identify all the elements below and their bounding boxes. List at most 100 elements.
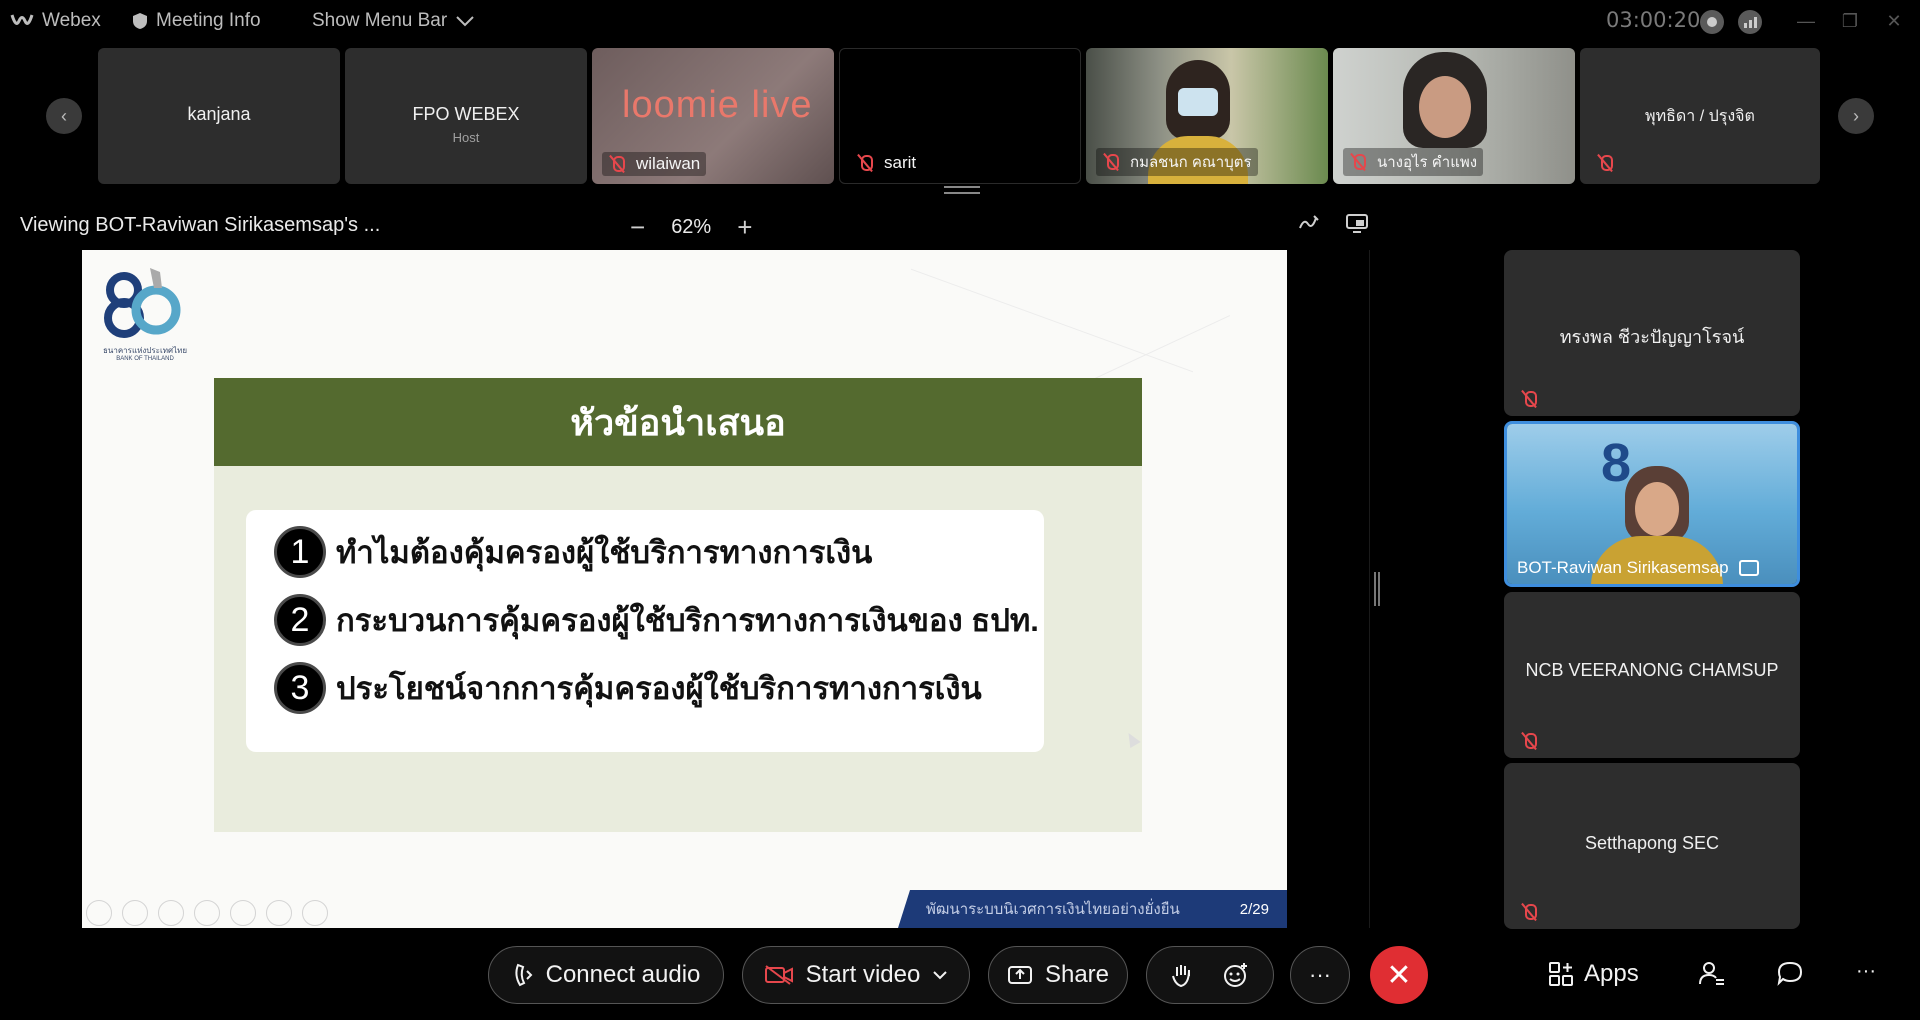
video-off-icon: [764, 964, 794, 986]
agenda-number: 2: [274, 594, 326, 646]
participant-tile[interactable]: kanjana: [98, 48, 340, 184]
more-options-button[interactable]: ···: [1290, 946, 1350, 1004]
share-header: Viewing BOT-Raviwan Sirikasemsap's ... −…: [0, 204, 1370, 248]
zoom-out-button[interactable]: −: [630, 212, 645, 243]
show-menu-bar-label: Show Menu Bar: [312, 10, 448, 31]
connect-audio-button[interactable]: Connect audio: [488, 946, 724, 1004]
participant-tile[interactable]: พุทธิดา / ปรุงจิต: [1580, 48, 1820, 184]
pen-icon[interactable]: [158, 900, 184, 926]
annotate-icon[interactable]: [1296, 212, 1322, 234]
share-button[interactable]: Share: [988, 946, 1128, 1004]
slide-heading: หัวข้อนำเสนอ: [570, 401, 786, 443]
participant-tile[interactable]: loomie live wilaiwan: [592, 48, 834, 184]
bank-of-thailand-logo: ธนาคารแห่งประเทศไทย BANK OF THAILAND: [90, 258, 190, 362]
logo-caption-en: BANK OF THAILAND: [116, 356, 174, 362]
mic-muted-icon: [1520, 732, 1538, 750]
participant-panel-tile[interactable]: ทรงพล ชีวะปัญญาโรจน์: [1504, 250, 1800, 416]
share-screen-icon: [1007, 964, 1033, 986]
participant-name: ทรงพล ชีวะปัญญาโรจน์: [1559, 327, 1745, 347]
reactions-group: [1146, 946, 1274, 1004]
more-options-icon[interactable]: [302, 900, 328, 926]
agenda-item: 3 ประโยชน์จากการคุ้มครองผู้ใช้บริการทางก…: [274, 662, 982, 714]
mic-muted-icon: [1596, 154, 1614, 172]
meeting-info-label: Meeting Info: [156, 10, 261, 31]
strip-prev-button[interactable]: ‹: [46, 98, 82, 134]
active-speaker-tile[interactable]: 8 BOT-Raviwan Sirikasemsap: [1504, 421, 1800, 587]
panel-splitter[interactable]: [1374, 572, 1380, 606]
network-stats-icon[interactable]: [1738, 10, 1762, 34]
mic-muted-icon: [1520, 903, 1538, 921]
chat-icon: [1777, 961, 1803, 986]
slide-prev-icon[interactable]: [86, 900, 112, 926]
start-video-button[interactable]: Start video: [742, 946, 970, 1004]
agenda-text: กระบวนการคุ้มครองผู้ใช้บริการทางการเงินข…: [336, 603, 1039, 638]
mic-muted-icon: [856, 154, 874, 172]
zoom-icon[interactable]: [230, 900, 256, 926]
apps-button[interactable]: Apps: [1548, 960, 1639, 988]
participant-name: wilaiwan: [636, 154, 701, 173]
audio-connect-icon: [512, 961, 534, 989]
presentation-slide: ธนาคารแห่งประเทศไทย BANK OF THAILAND หัว…: [82, 250, 1287, 928]
participant-name: นางอุไร คำแพง: [1377, 154, 1478, 171]
app-name: Webex: [42, 10, 101, 31]
agenda-number: 1: [274, 526, 326, 578]
meeting-info-button[interactable]: Meeting Info: [132, 10, 261, 32]
raise-hand-icon[interactable]: [1171, 962, 1193, 988]
slide-decoration: [910, 268, 1194, 373]
subtitles-icon[interactable]: [266, 900, 292, 926]
meeting-timer: 03:00:20: [1606, 8, 1701, 32]
participant-footer: นางอุไร คำแพง: [1343, 148, 1484, 176]
participant-name: BOT-Raviwan Sirikasemsap: [1517, 558, 1729, 577]
participant-tile[interactable]: sarit: [839, 48, 1081, 184]
overflow-menu-button[interactable]: ···: [1856, 960, 1876, 983]
participant-name: sarit: [884, 153, 917, 172]
participant-name: NCB VEERANONG CHAMSUP: [1525, 660, 1779, 680]
webex-app-menu[interactable]: Webex: [10, 10, 101, 32]
slide-next-icon[interactable]: [122, 900, 148, 926]
participant-tile[interactable]: นางอุไร คำแพง: [1333, 48, 1575, 184]
participant-panel-tile[interactable]: NCB VEERANONG CHAMSUP: [1504, 592, 1800, 758]
close-icon: ✕: [1386, 958, 1412, 992]
chat-button[interactable]: [1776, 960, 1804, 986]
slides-grid-icon[interactable]: [194, 900, 220, 926]
show-menu-bar-button[interactable]: Show Menu Bar: [312, 10, 475, 32]
close-window-button[interactable]: ✕: [1874, 6, 1914, 36]
minimize-button[interactable]: —: [1786, 6, 1826, 36]
participant-footer: กมลชนก คณาบุตร: [1096, 148, 1258, 176]
start-video-label: Start video: [805, 961, 921, 988]
share-label: Share: [1044, 961, 1110, 988]
end-call-button[interactable]: ✕: [1370, 946, 1428, 1004]
restore-button[interactable]: ❐: [1830, 6, 1870, 36]
participant-tile[interactable]: FPO WEBEX Host: [345, 48, 587, 184]
apps-label: Apps: [1584, 960, 1639, 987]
apps-icon: [1549, 962, 1573, 986]
zoom-level[interactable]: 62%: [671, 216, 711, 239]
chevron-down-icon[interactable]: [932, 970, 948, 980]
share-view-options-icon[interactable]: [1344, 212, 1370, 234]
logo-caption-th: ธนาคารแห่งประเทศไทย: [102, 346, 188, 355]
participant-tile[interactable]: กมลชนก คณาบุตร: [1086, 48, 1328, 184]
slide-footer: พัฒนาระบบนิเวศการเงินไทยอย่างยั่งยืน 2/2…: [898, 890, 1287, 928]
slide-heading-bar: หัวข้อนำเสนอ: [214, 378, 1142, 466]
webex-logo-icon: [10, 14, 34, 25]
recording-indicator-icon[interactable]: [1700, 10, 1724, 34]
participants-button[interactable]: [1698, 960, 1726, 986]
zoom-in-button[interactable]: +: [737, 212, 752, 243]
chevron-right-icon: ›: [1853, 105, 1859, 126]
reactions-icon[interactable]: [1223, 962, 1249, 988]
slide-footer-text: พัฒนาระบบนิเวศการเงินไทยอย่างยั่งยืน: [926, 901, 1180, 918]
mic-muted-icon: [1102, 153, 1120, 171]
agenda-text: ทำไมต้องคุ้มครองผู้ใช้บริการทางการเงิน: [336, 535, 873, 570]
title-bar: Webex Meeting Info Show Menu Bar 03:00:2…: [0, 0, 1920, 44]
participant-panel-tile[interactable]: Setthapong SEC: [1504, 763, 1800, 929]
chevron-left-icon: ‹: [61, 105, 67, 126]
participant-role: Host: [452, 130, 480, 145]
shield-icon: [133, 13, 147, 29]
shared-content-area[interactable]: ธนาคารแห่งประเทศไทย BANK OF THAILAND หัว…: [0, 250, 1370, 928]
slide-page-number: 2/29: [1239, 900, 1269, 918]
strip-resize-handle[interactable]: [944, 186, 980, 194]
mic-muted-icon: [608, 155, 626, 173]
strip-next-button[interactable]: ›: [1838, 98, 1874, 134]
logo-caption: ธนาคารแห่งประเทศไทย BANK OF THAILAND: [90, 346, 200, 364]
eighty-anniversary-icon: [104, 268, 181, 338]
